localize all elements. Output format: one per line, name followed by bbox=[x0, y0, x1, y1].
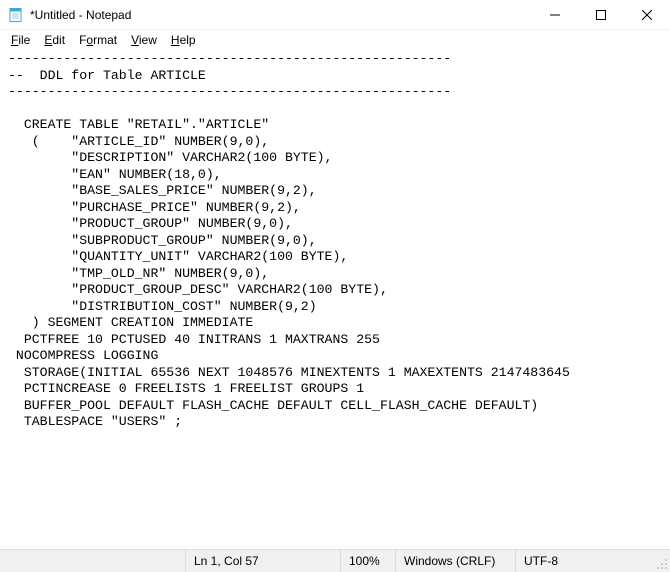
text-editor[interactable]: ----------------------------------------… bbox=[0, 50, 670, 549]
title-bar: *Untitled - Notepad bbox=[0, 0, 670, 30]
menu-edit[interactable]: Edit bbox=[37, 32, 72, 48]
status-bar: Ln 1, Col 57 100% Windows (CRLF) UTF-8 bbox=[0, 549, 670, 572]
status-caret-position: Ln 1, Col 57 bbox=[185, 550, 340, 572]
resize-grip[interactable] bbox=[652, 550, 670, 572]
status-line-ending: Windows (CRLF) bbox=[395, 550, 515, 572]
window-title: *Untitled - Notepad bbox=[30, 8, 532, 22]
menu-view[interactable]: View bbox=[124, 32, 164, 48]
menu-file[interactable]: File bbox=[4, 32, 37, 48]
close-button[interactable] bbox=[624, 0, 670, 30]
maximize-button[interactable] bbox=[578, 0, 624, 30]
menu-bar: File Edit Format View Help bbox=[0, 30, 670, 50]
status-encoding: UTF-8 bbox=[515, 550, 652, 572]
notepad-icon bbox=[8, 7, 24, 23]
minimize-button[interactable] bbox=[532, 0, 578, 30]
menu-format[interactable]: Format bbox=[72, 32, 124, 48]
menu-help[interactable]: Help bbox=[164, 32, 203, 48]
status-spacer bbox=[0, 550, 185, 572]
window-controls bbox=[532, 0, 670, 29]
status-zoom: 100% bbox=[340, 550, 395, 572]
